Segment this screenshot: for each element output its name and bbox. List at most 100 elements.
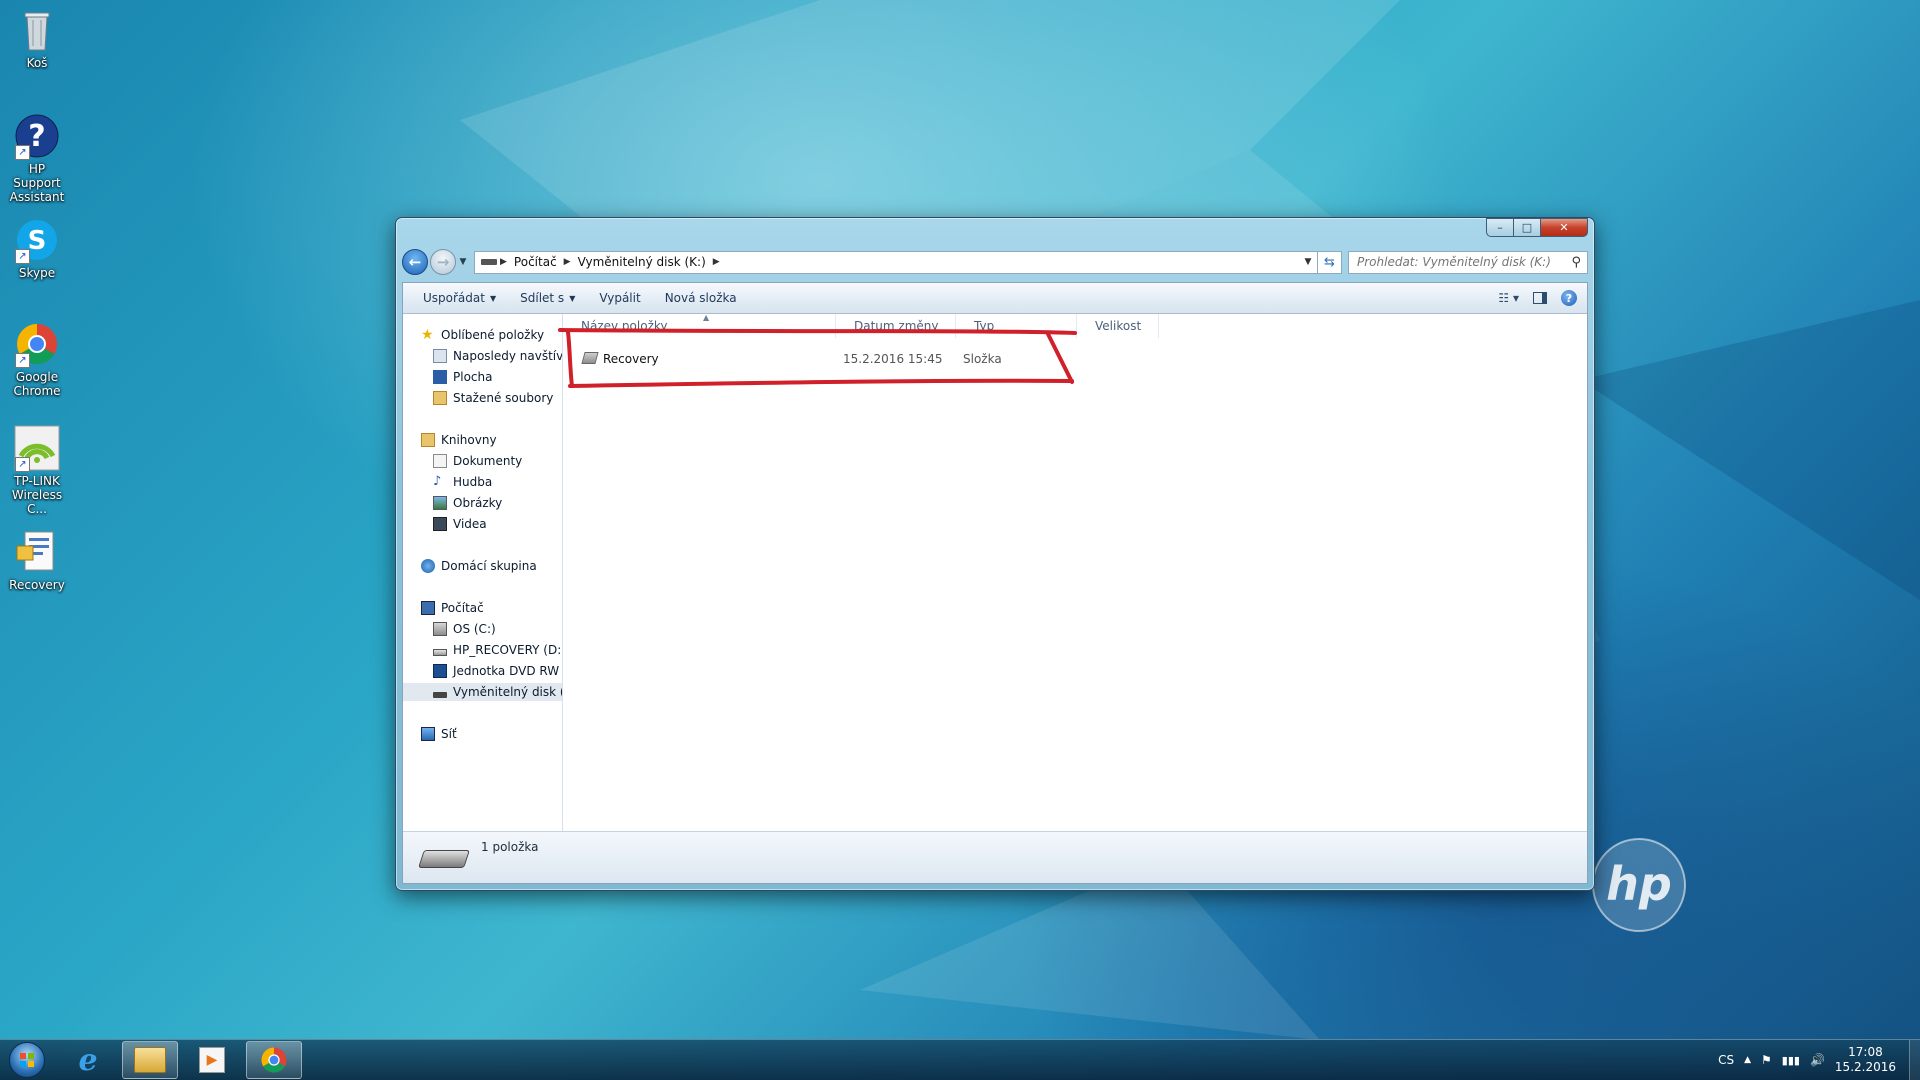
nav-label: Knihovny	[441, 433, 497, 447]
desktop-icon-chrome[interactable]: ↗ Google Chrome	[4, 320, 70, 398]
item-count: 1 položka	[481, 840, 539, 854]
dvd-drive-icon	[433, 664, 447, 678]
media-player-icon: ▶	[199, 1047, 225, 1073]
action-center-flag-icon[interactable]: ⚑	[1761, 1053, 1772, 1067]
nav-homegroup[interactable]: Domácí skupina	[403, 557, 537, 575]
start-button[interactable]	[4, 1041, 50, 1079]
nav-os-drive[interactable]: OS (C:)	[403, 620, 496, 638]
nav-label: Naposledy navštíven	[453, 349, 563, 363]
search-icon: ⚲	[1571, 254, 1581, 270]
desktop-icon-label: Recovery	[9, 578, 65, 592]
system-tray: CS ▲ ⚑ ▮▮▮ 🔊 17:08 15.2.2016	[1718, 1040, 1896, 1080]
column-header-size[interactable]: Velikost	[1077, 314, 1159, 338]
internet-explorer-icon: e	[78, 1042, 98, 1078]
desktop-icon-recycle-bin[interactable]: Koš	[4, 6, 70, 70]
preview-pane-icon[interactable]	[1533, 292, 1547, 304]
homegroup-icon	[421, 559, 435, 573]
organize-menu[interactable]: Uspořádat ▼	[411, 283, 508, 313]
explorer-content: Uspořádat ▼ Sdílet s ▼ Vypálit Nová složka…	[402, 282, 1588, 884]
explorer-window: – □ ✕ ← → ▼ ▶ Počítač ▶ Vyměnitelný disk…	[395, 217, 1595, 891]
nav-music[interactable]: ♪ Hudba	[403, 473, 492, 491]
desktop-icon-hp-support[interactable]: ? ↗ HP Support Assistant	[4, 112, 70, 204]
hp-support-assistant-icon: ? ↗	[13, 112, 61, 160]
desktop-icon-skype[interactable]: S ↗ Skype	[4, 216, 70, 280]
nav-removable-drive[interactable]: Vyměnitelný disk (K:	[403, 683, 562, 701]
minimize-button[interactable]: –	[1486, 218, 1513, 237]
navigation-pane: ★ Oblíbené položky Naposledy navštíven Pl…	[403, 314, 563, 832]
desktop-icon-label: Google Chrome	[13, 370, 61, 398]
volume-icon[interactable]: 🔊	[1810, 1053, 1825, 1067]
column-header-date[interactable]: Datum změny	[836, 314, 956, 338]
refresh-icon: ⇆	[1324, 254, 1335, 270]
desktop-icon-recovery[interactable]: Recovery	[4, 528, 70, 592]
maximize-button[interactable]: □	[1513, 218, 1540, 237]
recent-pages-dropdown[interactable]: ▼	[456, 257, 470, 267]
libraries-icon	[421, 433, 435, 447]
nav-label: Jednotka DVD RW (E	[453, 664, 563, 678]
navigation-bar: ← → ▼ ▶ Počítač ▶ Vyměnitelný disk (K:) …	[402, 249, 1588, 275]
file-row[interactable]: Recovery 15.2.2016 15:45 Složka	[563, 349, 1163, 369]
nav-network[interactable]: Síť	[403, 725, 457, 743]
svg-text:?: ?	[28, 119, 45, 154]
nav-desktop[interactable]: Plocha	[403, 368, 492, 386]
nav-downloads[interactable]: Stažené soubory	[403, 389, 553, 407]
nav-pictures[interactable]: Obrázky	[403, 494, 502, 512]
view-options-icon[interactable]: ☷ ▾	[1498, 291, 1519, 305]
show-hidden-icons-icon[interactable]: ▲	[1744, 1055, 1751, 1065]
refresh-button[interactable]: ⇆	[1318, 250, 1342, 274]
chevron-down-icon: ▼	[489, 293, 497, 303]
nav-label: HP_RECOVERY (D:)	[453, 643, 563, 657]
nav-favorites[interactable]: ★ Oblíbené položky	[403, 326, 544, 344]
details-pane: 1 položka	[403, 831, 1587, 883]
breadcrumb-separator-icon[interactable]: ▶	[497, 257, 510, 267]
nav-libraries[interactable]: Knihovny	[403, 431, 497, 449]
breadcrumb-computer[interactable]: Počítač	[510, 255, 561, 269]
search-box[interactable]: ⚲	[1348, 250, 1588, 274]
nav-dvd-drive[interactable]: Jednotka DVD RW (E	[403, 662, 563, 680]
burn-button[interactable]: Vypálit	[587, 283, 652, 313]
svg-text:S: S	[28, 226, 47, 256]
new-folder-button[interactable]: Nová složka	[653, 283, 749, 313]
taskbar-chrome[interactable]	[246, 1041, 302, 1079]
address-dropdown-icon[interactable]: ▼	[1299, 257, 1317, 267]
help-icon[interactable]: ?	[1561, 290, 1577, 306]
recent-places-icon	[433, 349, 447, 363]
desktop-icon-label: HP Support Assistant	[9, 162, 65, 204]
language-indicator[interactable]: CS	[1718, 1053, 1734, 1067]
nav-recovery-drive[interactable]: HP_RECOVERY (D:)	[403, 641, 563, 659]
forward-button[interactable]: →	[430, 249, 456, 275]
nav-label: Plocha	[453, 370, 493, 384]
network-signal-icon[interactable]: ▮▮▮	[1782, 1054, 1800, 1067]
nav-computer[interactable]: Počítač	[403, 599, 484, 617]
breadcrumb-separator-icon[interactable]: ▶	[561, 257, 574, 267]
breadcrumb-removable-disk[interactable]: Vyměnitelný disk (K:)	[574, 255, 710, 269]
nav-label: Dokumenty	[453, 454, 523, 468]
column-header-type[interactable]: Typ	[956, 314, 1077, 338]
nav-recent-places[interactable]: Naposledy navštíven	[403, 347, 563, 365]
file-list: Název položky ▲ Datum změny Typ Velikost …	[563, 313, 1587, 832]
svg-text:hp: hp	[1606, 857, 1672, 911]
desktop-icon-tplink[interactable]: ↗ TP-LINK Wireless C...	[4, 424, 70, 516]
folder-icon	[581, 352, 599, 364]
desktop-icon-label: Skype	[18, 266, 56, 280]
column-header-label: Název položky	[581, 319, 668, 333]
close-button[interactable]: ✕	[1540, 218, 1588, 237]
breadcrumb-separator-icon[interactable]: ▶	[710, 257, 723, 267]
nav-label: OS (C:)	[453, 622, 496, 636]
nav-documents[interactable]: Dokumenty	[403, 452, 522, 470]
removable-drive-icon	[418, 850, 470, 868]
address-bar[interactable]: ▶ Počítač ▶ Vyměnitelný disk (K:) ▶ ▼	[474, 250, 1318, 274]
nav-label: Stažené soubory	[453, 391, 554, 405]
taskbar-explorer[interactable]	[122, 1041, 178, 1079]
taskbar-media-player[interactable]: ▶	[184, 1041, 240, 1079]
arrow-right-icon: →	[436, 253, 450, 271]
search-input[interactable]	[1355, 254, 1572, 270]
back-button[interactable]: ←	[402, 249, 428, 275]
share-with-menu[interactable]: Sdílet s ▼	[508, 283, 587, 313]
clock-time: 17:08	[1848, 1045, 1883, 1059]
column-header-name[interactable]: Název položky ▲	[563, 313, 836, 338]
clock[interactable]: 17:08 15.2.2016	[1835, 1045, 1896, 1075]
nav-videos[interactable]: Videa	[403, 515, 487, 533]
taskbar-internet-explorer[interactable]: e	[60, 1041, 116, 1079]
show-desktop-button[interactable]	[1909, 1040, 1920, 1080]
